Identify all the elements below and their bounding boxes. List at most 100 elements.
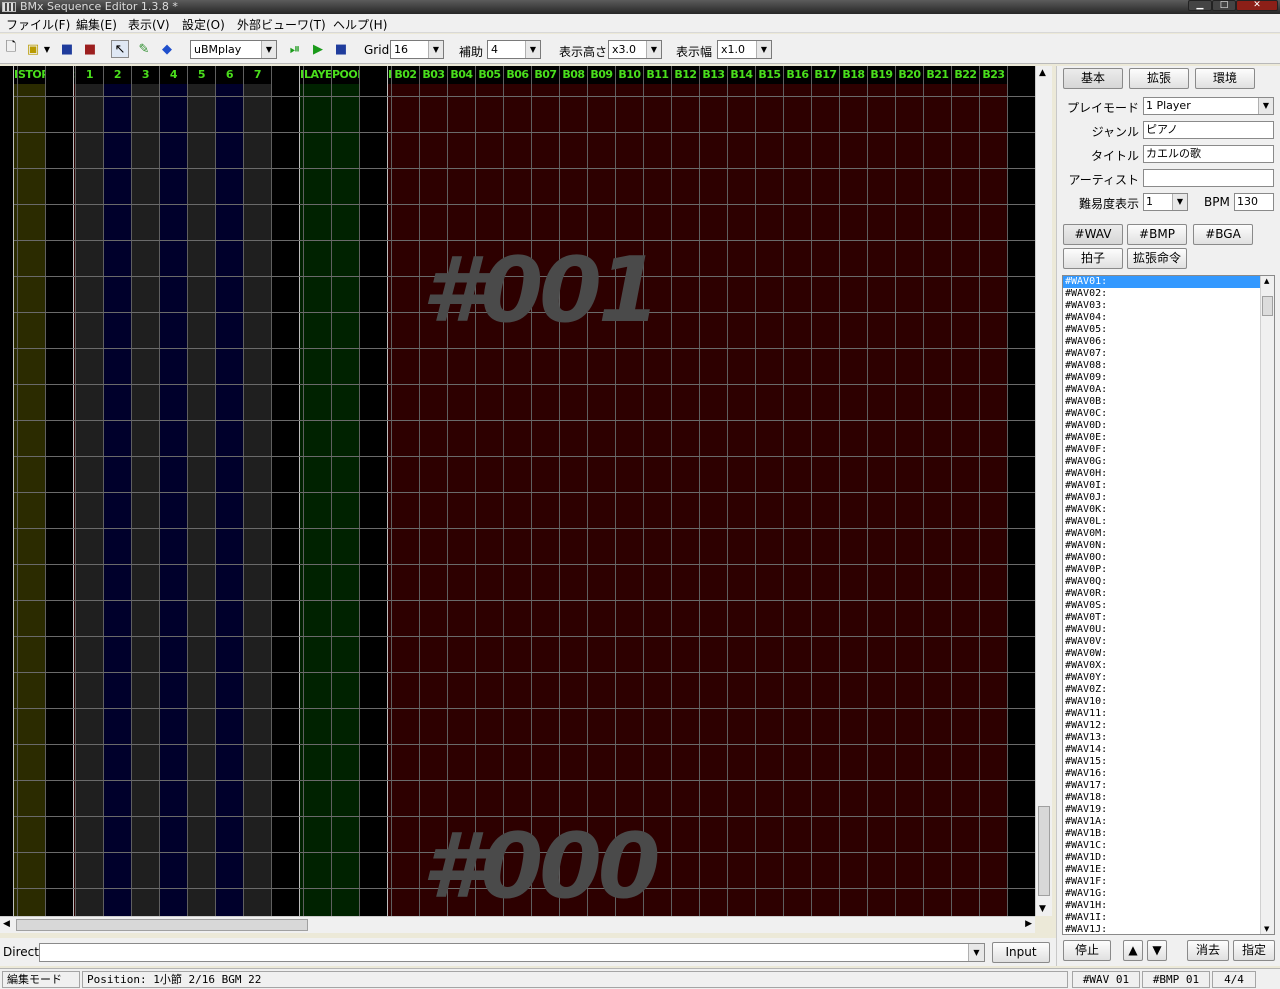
lane-b03[interactable]: B03 [420, 66, 448, 916]
lane-5[interactable]: 5 [188, 66, 216, 916]
lane-poor[interactable]: POOR [332, 66, 360, 916]
menu-edit[interactable]: 編集(E) [76, 16, 117, 33]
genre-field[interactable]: ピアノ [1143, 121, 1274, 139]
list-item[interactable]: #WAV15: [1063, 756, 1274, 768]
lane-b21[interactable]: B21 [924, 66, 952, 916]
new-file-icon[interactable]: 🗋 [2, 40, 20, 58]
minimize-button[interactable]: ▁ [1188, 0, 1212, 11]
lane-b14[interactable]: B14 [728, 66, 756, 916]
play-from-start-icon[interactable]: ⏯ [286, 40, 304, 58]
list-item[interactable]: #WAV18: [1063, 792, 1274, 804]
tab-bmp[interactable]: #BMP [1127, 224, 1187, 245]
menu-external-viewer[interactable]: 外部ビューワ(T) [237, 16, 326, 33]
list-item[interactable]: #WAV0W: [1063, 648, 1274, 660]
list-item[interactable]: #WAV0F: [1063, 444, 1274, 456]
list-item[interactable]: #WAV0C: [1063, 408, 1274, 420]
list-item[interactable]: #WAV02: [1063, 288, 1274, 300]
lane-stop[interactable]: STOP [18, 66, 46, 916]
lane-b02[interactable]: B02 [392, 66, 420, 916]
play-mode-select[interactable]: 1 Player ▼ [1143, 97, 1274, 115]
difficulty-select[interactable]: 1 ▼ [1143, 193, 1188, 211]
list-item[interactable]: #WAV1C: [1063, 840, 1274, 852]
lane-1[interactable]: 1 [76, 66, 104, 916]
list-item[interactable]: #WAV17: [1063, 780, 1274, 792]
list-item[interactable]: #WAV16: [1063, 768, 1274, 780]
lane-b09[interactable]: B09 [588, 66, 616, 916]
grid-select[interactable]: 16 ▼ [390, 40, 444, 59]
scroll-up-icon[interactable]: ▲ [1264, 277, 1269, 285]
lane-b23[interactable]: B23 [980, 66, 1008, 916]
list-item[interactable]: #WAV10: [1063, 696, 1274, 708]
list-item[interactable]: #WAV14: [1063, 744, 1274, 756]
lane-b07[interactable]: B07 [532, 66, 560, 916]
scroll-left-icon[interactable]: ◀ [3, 919, 10, 929]
erase-button[interactable]: 消去 [1187, 940, 1229, 961]
maximize-button[interactable]: □ [1212, 0, 1236, 11]
open-folder-icon[interactable]: ▣ [24, 40, 42, 58]
list-item[interactable]: #WAV0J: [1063, 492, 1274, 504]
list-item[interactable]: #WAV0Q: [1063, 576, 1274, 588]
list-item[interactable]: #WAV0R: [1063, 588, 1274, 600]
list-item[interactable]: #WAV0Y: [1063, 672, 1274, 684]
lane-b16[interactable]: B16 [784, 66, 812, 916]
artist-field[interactable] [1143, 169, 1274, 187]
stop-icon[interactable]: ■ [332, 40, 350, 58]
menu-view[interactable]: 表示(V) [128, 16, 170, 33]
pencil-tool-icon[interactable]: ✎ [135, 40, 153, 58]
player-select[interactable]: uBMplay ▼ [190, 40, 277, 59]
list-item[interactable]: #WAV0H: [1063, 468, 1274, 480]
lane-b13[interactable]: B13 [700, 66, 728, 916]
sequence-editor[interactable]: BPMSTOP SC1234567 BGALAYERPOOR B01B02B03B04… [0, 66, 1035, 916]
lane-7[interactable]: 7 [244, 66, 272, 916]
tab-environment[interactable]: 環境 [1195, 68, 1255, 89]
lane-b08[interactable]: B08 [560, 66, 588, 916]
list-item[interactable]: #WAV08: [1063, 360, 1274, 372]
tab-wav[interactable]: #WAV [1063, 224, 1123, 245]
scroll-up-icon[interactable]: ▲ [1039, 68, 1046, 78]
scroll-down-icon[interactable]: ▼ [1039, 904, 1046, 914]
list-scrollbar[interactable]: ▲ ▼ [1260, 276, 1274, 934]
lane-b11[interactable]: B11 [644, 66, 672, 916]
close-button[interactable]: ✕ [1236, 0, 1278, 11]
tab-extended[interactable]: 拡張 [1129, 68, 1189, 89]
open-dropdown-icon[interactable]: ▼ [42, 40, 52, 58]
lane-b19[interactable]: B19 [868, 66, 896, 916]
display-width-select[interactable]: x1.0 ▼ [717, 40, 772, 59]
list-item[interactable]: #WAV01: [1063, 276, 1274, 288]
list-item[interactable]: #WAV19: [1063, 804, 1274, 816]
list-item[interactable]: #WAV11: [1063, 708, 1274, 720]
bpm-field[interactable]: 130 [1234, 193, 1274, 211]
list-item[interactable]: #WAV0K: [1063, 504, 1274, 516]
list-item[interactable]: #WAV0P: [1063, 564, 1274, 576]
lane-b10[interactable]: B10 [616, 66, 644, 916]
list-scroll-thumb[interactable] [1262, 296, 1273, 316]
list-item[interactable]: #WAV06: [1063, 336, 1274, 348]
move-up-button[interactable]: ▲ [1123, 940, 1143, 961]
scroll-right-icon[interactable]: ▶ [1025, 919, 1032, 929]
list-item[interactable]: #WAV0V: [1063, 636, 1274, 648]
lane-b04[interactable]: B04 [448, 66, 476, 916]
chevron-down-icon[interactable]: ▼ [968, 944, 984, 961]
list-item[interactable]: #WAV1F: [1063, 876, 1274, 888]
lane-b06[interactable]: B06 [504, 66, 532, 916]
list-item[interactable]: #WAV13: [1063, 732, 1274, 744]
title-field[interactable]: カエルの歌 [1143, 145, 1274, 163]
scroll-thumb[interactable] [1038, 806, 1050, 896]
list-item[interactable]: #WAV09: [1063, 372, 1274, 384]
lane-4[interactable]: 4 [160, 66, 188, 916]
list-item[interactable]: #WAV0X: [1063, 660, 1274, 672]
lane-layer[interactable]: LAYER [304, 66, 332, 916]
assign-button[interactable]: 指定 [1233, 940, 1275, 961]
list-item[interactable]: #WAV0I: [1063, 480, 1274, 492]
save-as-icon[interactable]: ■ [81, 40, 99, 58]
tab-time-signature[interactable]: 拍子 [1063, 248, 1123, 269]
list-item[interactable]: #WAV0N: [1063, 540, 1274, 552]
play-icon[interactable]: ▶ [309, 40, 327, 58]
eraser-tool-icon[interactable]: ◆ [158, 40, 176, 58]
lane-b17[interactable]: B17 [812, 66, 840, 916]
scroll-down-icon[interactable]: ▼ [1264, 925, 1269, 933]
stop-button[interactable]: 停止 [1063, 940, 1111, 961]
list-item[interactable]: #WAV1B: [1063, 828, 1274, 840]
lane-b20[interactable]: B20 [896, 66, 924, 916]
list-item[interactable]: #WAV1I: [1063, 912, 1274, 924]
